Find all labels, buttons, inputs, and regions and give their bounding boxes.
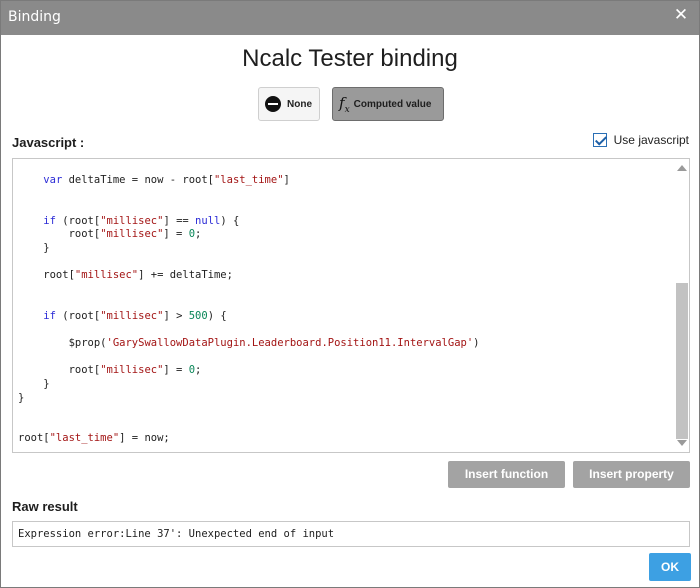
mode-computed-label: Computed value — [353, 98, 432, 110]
window-title: Binding — [8, 9, 61, 25]
editor-scrollbar[interactable] — [675, 159, 689, 452]
page-title: Ncalc Tester binding — [242, 45, 458, 72]
mode-none-label: None — [287, 98, 312, 110]
close-icon[interactable]: ✕ — [673, 7, 689, 24]
scroll-thumb[interactable] — [676, 283, 688, 439]
scroll-down-icon[interactable] — [677, 440, 687, 446]
function-icon: fx — [339, 93, 350, 115]
use-javascript-checkbox[interactable] — [592, 133, 607, 147]
title-bar: Binding ✕ — [1, 1, 699, 35]
insert-function-button[interactable]: Insert function — [448, 461, 565, 488]
raw-result-label: Raw result — [12, 499, 78, 514]
use-javascript-toggle[interactable]: Use javascript — [592, 133, 689, 147]
binding-dialog: Binding ✕ Ncalc Tester binding None fx C… — [0, 0, 700, 588]
mode-computed-value-button[interactable]: fx Computed value — [332, 87, 444, 121]
code-text[interactable]: var deltaTime = now - root["last_time"] … — [18, 174, 480, 446]
ok-button[interactable]: OK — [649, 553, 691, 581]
scroll-up-icon[interactable] — [677, 165, 687, 171]
insert-property-button[interactable]: Insert property — [573, 461, 690, 488]
raw-result-field[interactable]: Expression error:Line 37': Unexpected en… — [12, 521, 690, 547]
mode-none-button[interactable]: None — [258, 87, 320, 121]
use-javascript-label: Use javascript — [613, 133, 689, 147]
no-entry-icon — [265, 96, 281, 112]
javascript-label: Javascript : — [12, 135, 85, 150]
code-editor[interactable]: var deltaTime = now - root["last_time"] … — [12, 158, 690, 453]
